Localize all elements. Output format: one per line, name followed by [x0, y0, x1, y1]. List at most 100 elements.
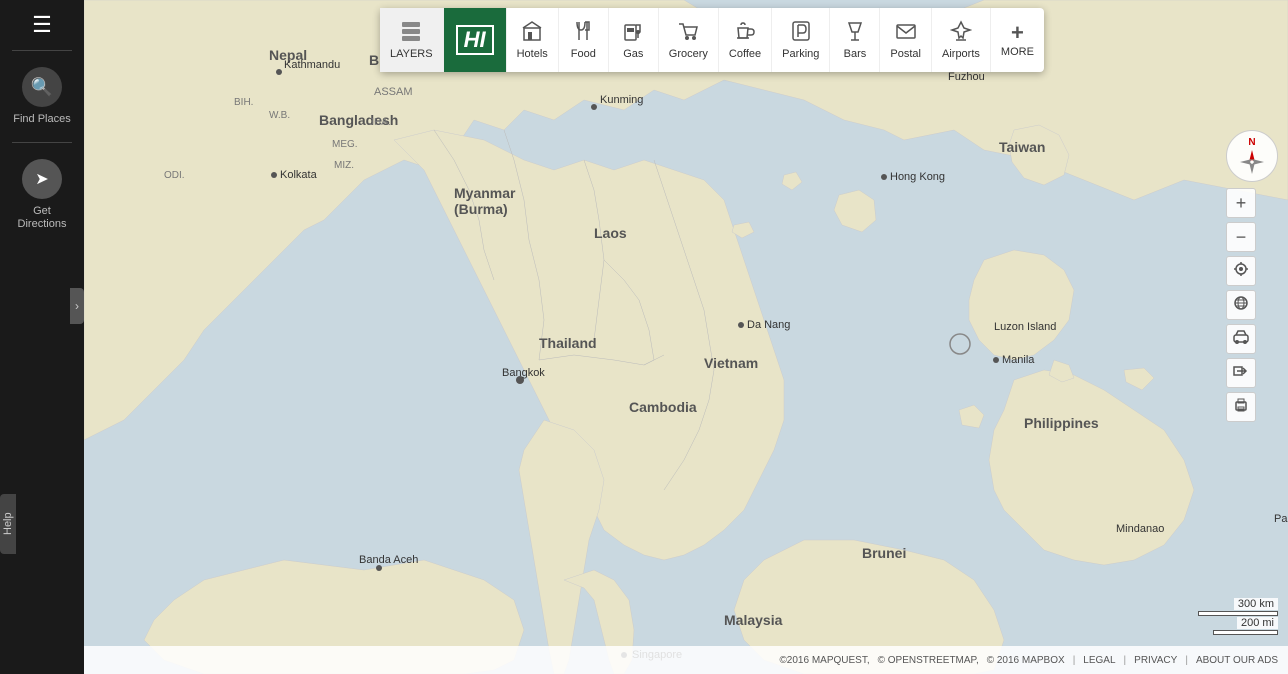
privacy-link[interactable]: PRIVACY — [1134, 655, 1177, 666]
copyright-mapquest: ©2016 MAPQUEST, — [779, 655, 869, 666]
locate-icon — [1233, 261, 1249, 282]
print-button[interactable] — [1226, 392, 1256, 422]
globe-button[interactable] — [1226, 290, 1256, 320]
brunei-label: Brunei — [862, 545, 906, 561]
more-label: MORE — [1001, 46, 1034, 58]
hotels-label: Hotels — [517, 48, 548, 60]
holiday-inn-button[interactable]: HI — [444, 8, 507, 72]
coffee-label: Coffee — [729, 48, 761, 60]
kunming-dot — [591, 104, 597, 110]
myanmar-label2: (Burma) — [454, 201, 508, 217]
kolkata-dot — [271, 172, 277, 178]
malaysia-label: Malaysia — [724, 612, 783, 628]
zoom-in-button[interactable]: + — [1226, 188, 1256, 218]
compass-button[interactable]: N — [1226, 130, 1278, 182]
sep3: | — [1185, 655, 1188, 666]
thailand-label: Thailand — [539, 335, 597, 351]
zoom-out-button[interactable]: − — [1226, 222, 1256, 252]
arrow-icon: ➤ — [35, 169, 48, 189]
kathmandu-label: Kathmandu — [284, 59, 340, 71]
parking-label: Parking — [782, 48, 819, 60]
gas-icon — [622, 20, 644, 46]
parking-button[interactable]: Parking — [772, 8, 830, 72]
find-places-icon: 🔍 — [22, 67, 62, 107]
legal-link[interactable]: LEGAL — [1083, 655, 1115, 666]
food-icon — [572, 20, 594, 46]
share-button[interactable] — [1226, 358, 1256, 388]
more-button[interactable]: + MORE — [991, 8, 1044, 72]
more-icon: + — [1011, 22, 1024, 44]
hamburger-icon: ☰ — [32, 12, 52, 38]
scale-km-label: 300 km — [1234, 598, 1278, 610]
danang-dot — [738, 322, 744, 328]
share-icon — [1233, 363, 1249, 384]
philippines-label: Philippines — [1024, 415, 1099, 431]
copyright-mapbox: © 2016 MAPBOX — [987, 655, 1065, 666]
find-places-button[interactable]: 🔍 Find Places — [0, 51, 84, 142]
get-directions-button[interactable]: ➤ Get Directions — [0, 143, 84, 247]
kunming-label: Kunming — [600, 94, 643, 106]
kolkata-label: Kolkata — [280, 169, 318, 181]
food-button[interactable]: Food — [559, 8, 609, 72]
scale-mi-label: 200 mi — [1237, 617, 1278, 629]
chevron-right-icon: › — [75, 299, 79, 313]
map-container[interactable]: Nepal Bhutan Bangladesh Myanmar (Burma) … — [84, 0, 1288, 674]
layers-label: LAYERS — [390, 48, 433, 60]
grocery-icon — [677, 20, 699, 46]
postal-icon — [895, 20, 917, 46]
toolbar: LAYERS HI Hotels Food — [380, 8, 1044, 72]
miz-label: MIZ. — [334, 160, 354, 171]
odi-label: ODI. — [164, 170, 185, 181]
help-tab[interactable]: Help — [0, 494, 16, 554]
copyright-osm: © OPENSTREETMAP, — [878, 655, 979, 666]
postal-label: Postal — [890, 48, 921, 60]
traffic-button[interactable] — [1226, 324, 1256, 354]
coffee-button[interactable]: Coffee — [719, 8, 772, 72]
sep2: | — [1124, 655, 1127, 666]
grocery-label: Grocery — [669, 48, 708, 60]
taiwan-label: Taiwan — [999, 139, 1045, 155]
holiday-inn-logo: HI — [456, 25, 494, 55]
sep1: | — [1073, 655, 1076, 666]
map-controls: N + − — [1226, 130, 1278, 424]
compass-inner: N — [1238, 137, 1266, 176]
airports-button[interactable]: Airports — [932, 8, 991, 72]
grocery-button[interactable]: Grocery — [659, 8, 719, 72]
gas-button[interactable]: Gas — [609, 8, 659, 72]
meg-label: MEG. — [332, 139, 358, 150]
layers-icon — [400, 20, 422, 46]
bangkok-label: Bangkok — [502, 367, 545, 379]
hotels-button[interactable]: Hotels — [507, 8, 559, 72]
food-label: Food — [571, 48, 596, 60]
get-directions-icon: ➤ — [22, 159, 62, 199]
globe-icon — [1233, 295, 1249, 316]
directions-expand-button[interactable]: › — [70, 288, 84, 324]
search-icon: 🔍 — [31, 77, 53, 98]
laos-label: Laos — [594, 225, 627, 241]
pala-label: Pala- — [1274, 513, 1288, 525]
print-icon — [1233, 397, 1249, 418]
about-ads-link[interactable]: ABOUT OUR ADS — [1196, 655, 1278, 666]
bandaaceh-label: Banda Aceh — [359, 554, 418, 566]
car-icon — [1233, 329, 1249, 350]
locate-button[interactable] — [1226, 256, 1256, 286]
wb-label: W.B. — [269, 110, 290, 121]
manila-label: Manila — [1002, 354, 1035, 366]
footer: ©2016 MAPQUEST, © OPENSTREETMAP, © 2016 … — [84, 646, 1288, 674]
bars-button[interactable]: Bars — [830, 8, 880, 72]
sidebar: ☰ 🔍 Find Places ➤ Get Directions › — [0, 0, 84, 674]
airports-label: Airports — [942, 48, 980, 60]
parking-icon — [790, 20, 812, 46]
layers-button[interactable]: LAYERS — [380, 8, 444, 72]
hongkong-label: Hong Kong — [890, 171, 945, 183]
zoom-out-icon: − — [1236, 227, 1247, 248]
hamburger-button[interactable]: ☰ — [0, 0, 84, 50]
luzon-label: Luzon Island — [994, 321, 1056, 333]
hotels-icon — [521, 20, 543, 46]
bars-icon — [844, 20, 866, 46]
postal-button[interactable]: Postal — [880, 8, 932, 72]
jha-label: JHA. — [369, 117, 391, 128]
airports-icon — [950, 20, 972, 46]
compass-n-label: N — [1248, 137, 1255, 148]
myanmar-label: Myanmar — [454, 185, 516, 201]
